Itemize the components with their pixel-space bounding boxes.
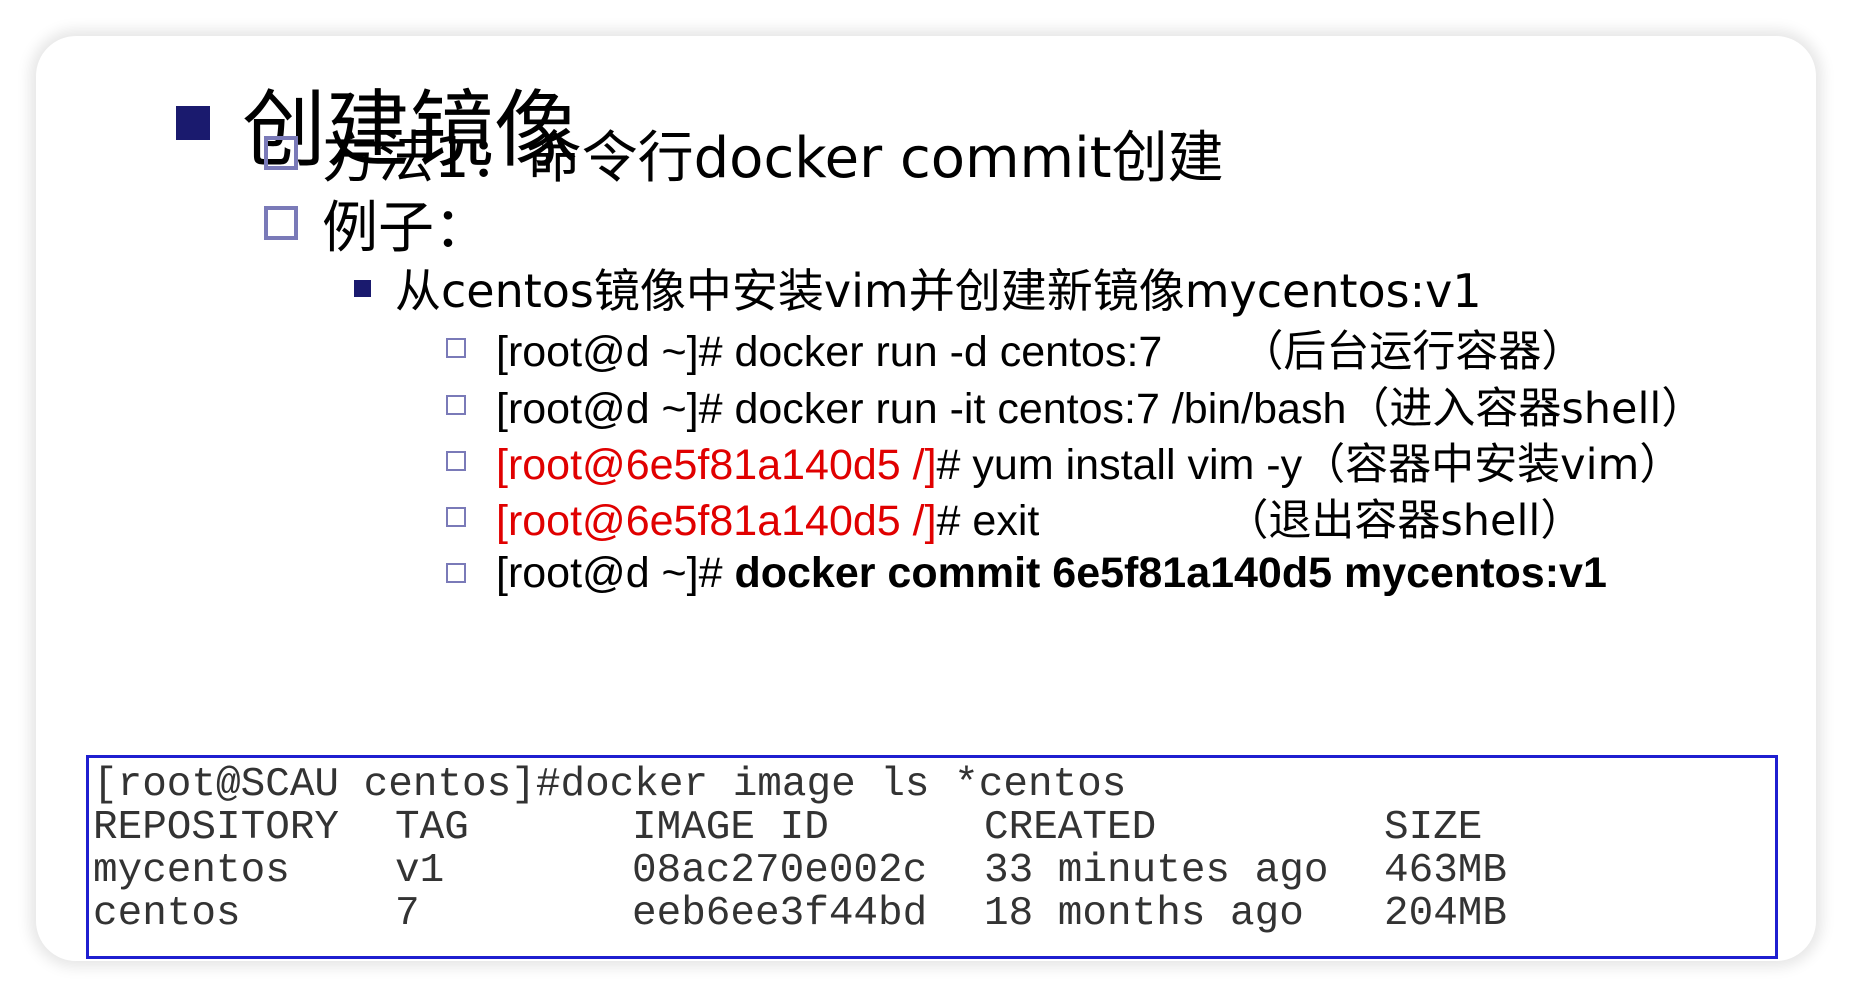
- command-note: （进入容器shell）: [1346, 384, 1705, 434]
- container-prompt: [root@6e5f81a140d5 /]: [496, 441, 937, 489]
- command-note: （退出容器shell）: [1225, 496, 1584, 546]
- command-row: [root@6e5f81a140d5 /]# yum install vim -…: [446, 432, 1682, 490]
- hollow-square-bullet-icon: [446, 507, 466, 527]
- hollow-square-bullet-icon: [264, 206, 298, 240]
- command-row: [root@d ~]# docker commit 6e5f81a140d5 m…: [446, 544, 1607, 602]
- square-bullet-icon: [176, 106, 210, 140]
- small-square-bullet-icon: [354, 279, 371, 297]
- command-text: docker run -it centos:7 /bin/bash: [722, 385, 1347, 433]
- command-text: docker commit 6e5f81a140d5 mycentos:v1: [722, 548, 1607, 597]
- hollow-square-bullet-icon: [446, 338, 466, 358]
- method-row: 方法1：命令行docker commit创建: [264, 118, 1224, 191]
- command-note: （后台运行容器）: [1240, 327, 1585, 377]
- command-prompt: [root@d ~]#: [496, 328, 723, 376]
- command-text: yum install vim -y: [960, 441, 1303, 489]
- table-cell: 7: [395, 891, 420, 937]
- hollow-square-bullet-icon: [264, 136, 298, 170]
- hollow-square-bullet-icon: [446, 395, 466, 415]
- command-text: docker run -d centos:7: [722, 328, 1163, 376]
- terminal-output: [root@SCAU centos]#docker image ls *cent…: [86, 755, 1778, 959]
- sub-item-text: 从centos镜像中安装vim并创建新镜像mycentos:v1: [395, 264, 1482, 318]
- command-row: [root@6e5f81a140d5 /]# exit （退出容器shell）: [446, 488, 1583, 546]
- sub-item-row: 从centos镜像中安装vim并创建新镜像mycentos:v1: [354, 258, 1482, 318]
- hollow-square-bullet-icon: [446, 563, 466, 583]
- table-cell: eeb6ee3f44bd: [632, 891, 928, 937]
- container-prompt: [root@6e5f81a140d5 /]: [496, 497, 937, 545]
- command-row: [root@d ~]# docker run -d centos:7 （后台运行容…: [446, 319, 1584, 377]
- prompt-suffix: #: [936, 497, 961, 545]
- hollow-square-bullet-icon: [446, 451, 466, 471]
- example-label: 例子：: [322, 195, 490, 261]
- command-text: exit: [960, 497, 1040, 545]
- command-prompt: [root@d ~]#: [496, 385, 723, 433]
- command-row: [root@d ~]# docker run -it centos:7 /bin…: [446, 376, 1704, 434]
- example-row: 例子：: [264, 188, 490, 261]
- table-cell: 18 months ago: [984, 891, 1304, 937]
- command-note: （容器中安装vim）: [1302, 440, 1683, 490]
- table-cell: centos: [93, 891, 241, 937]
- method-text: 方法1：命令行docker commit创建: [322, 125, 1224, 191]
- command-prompt: [root@d ~]#: [496, 548, 723, 597]
- prompt-suffix: #: [936, 441, 961, 489]
- table-cell: 204MB: [1384, 891, 1508, 937]
